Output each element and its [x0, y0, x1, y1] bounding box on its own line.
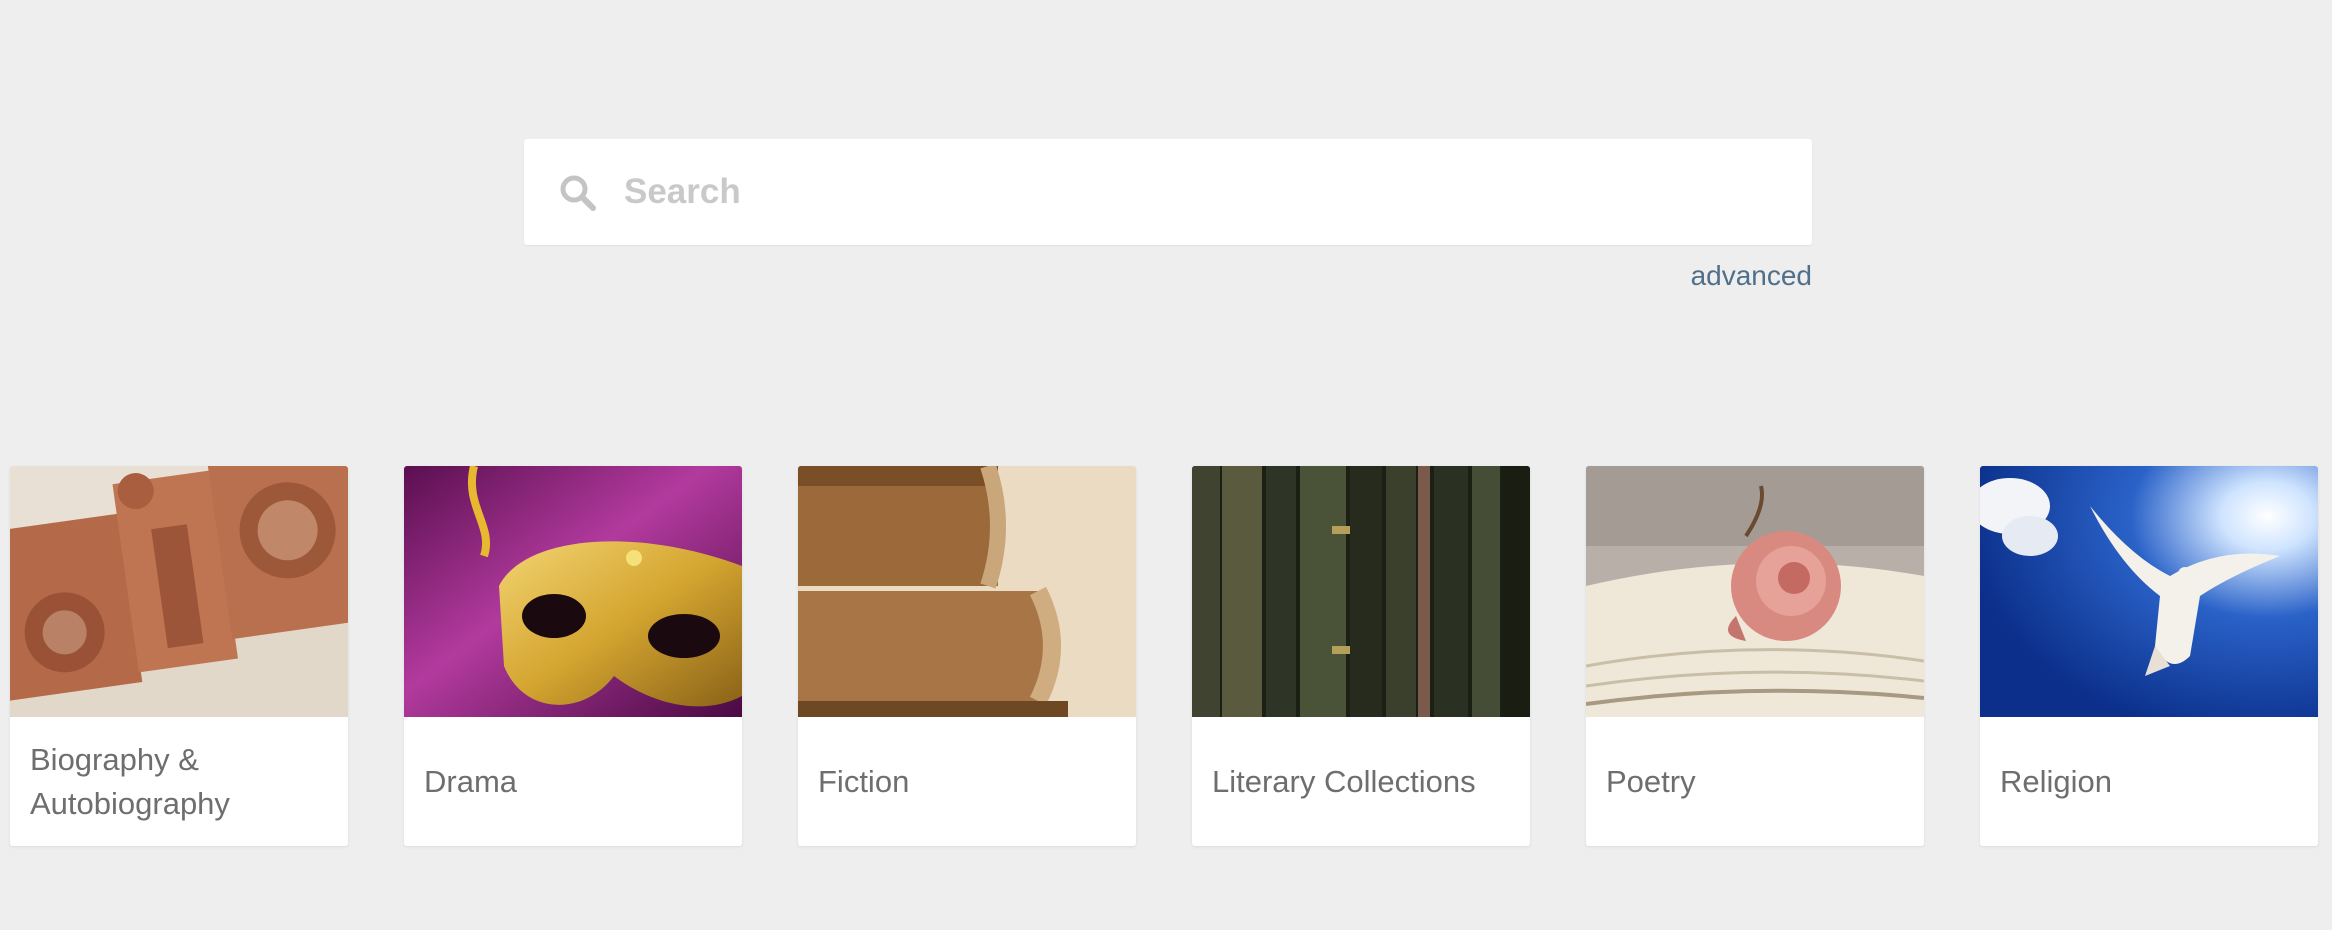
category-label: Religion	[2000, 763, 2113, 799]
category-label: Poetry	[1606, 763, 1696, 799]
category-image-stacked-old-books	[798, 466, 1136, 717]
category-card-biography[interactable]: Biography & Autobiography	[10, 466, 348, 846]
advanced-search-link[interactable]: advanced	[1691, 260, 1812, 292]
category-card-poetry[interactable]: Poetry	[1586, 466, 1924, 846]
category-card-fiction[interactable]: Fiction	[798, 466, 1136, 846]
category-card-literary-collections[interactable]: Literary Collections	[1192, 466, 1530, 846]
category-card-religion[interactable]: Religion	[1980, 466, 2318, 846]
search-input[interactable]	[624, 161, 1784, 223]
category-image-gold-theater-mask	[404, 466, 742, 717]
category-cards: Biography & Autobiography Drama Fiction …	[10, 466, 2326, 846]
category-label: Drama	[424, 763, 518, 799]
category-label: Literary Collections	[1212, 763, 1476, 799]
category-label: Biography & Autobiography	[30, 741, 230, 821]
category-image-dove-in-sky	[1980, 466, 2318, 717]
category-label: Fiction	[818, 763, 910, 799]
search-box[interactable]	[524, 139, 1812, 245]
page: advanced	[0, 0, 2332, 930]
search-icon	[558, 173, 598, 213]
category-image-rose-on-open-book	[1586, 466, 1924, 717]
category-image-letterpress-blocks	[10, 466, 348, 717]
category-card-drama[interactable]: Drama	[404, 466, 742, 846]
category-image-book-spines	[1192, 466, 1530, 717]
